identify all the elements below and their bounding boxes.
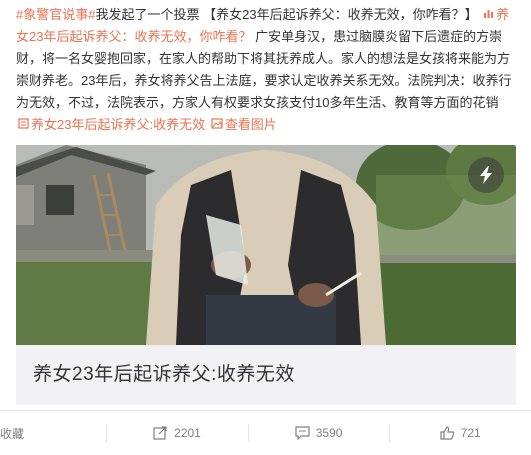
poll-icon (483, 4, 494, 26)
article-icon (18, 114, 29, 136)
thumbs-up-icon (440, 426, 454, 440)
post-intro: 我发起了一个投票 (95, 7, 200, 22)
post-text: #象警官说事#我发起了一个投票 【养女23年后起诉养父：收养无效，你咋看？】 养… (16, 4, 516, 136)
play-button[interactable] (468, 157, 504, 193)
comment-icon (295, 426, 310, 440)
favorite-button[interactable]: 收藏 (0, 411, 106, 455)
comment-count: 3590 (315, 426, 343, 440)
comment-button[interactable]: 3590 (247, 411, 390, 455)
card-title[interactable]: 养女23年后起诉养父:收养无效 (33, 345, 295, 405)
image-icon (211, 114, 223, 136)
repost-button[interactable]: 2201 (106, 411, 248, 455)
poll-title: 【养女23年后起诉养父：收养无效，你咋看？】 (203, 7, 478, 22)
view-image-link[interactable]: 查看图片 (225, 117, 277, 132)
card-image[interactable] (16, 145, 516, 345)
action-bar: 收藏 2201 3590 721 (0, 410, 531, 455)
favorite-label: 收藏 (0, 426, 25, 441)
repost-icon (153, 426, 167, 440)
lightning-play-icon (480, 166, 492, 184)
hashtag-link[interactable]: #象警官说事# (16, 7, 95, 22)
article-card[interactable]: 养女23年后起诉养父:收养无效 (16, 145, 516, 405)
article-link[interactable]: 养女23年后起诉养父:收养无效 (31, 117, 205, 132)
repost-count: 2201 (174, 426, 201, 440)
like-count: 721 (460, 426, 481, 440)
like-button[interactable]: 721 (389, 411, 531, 455)
